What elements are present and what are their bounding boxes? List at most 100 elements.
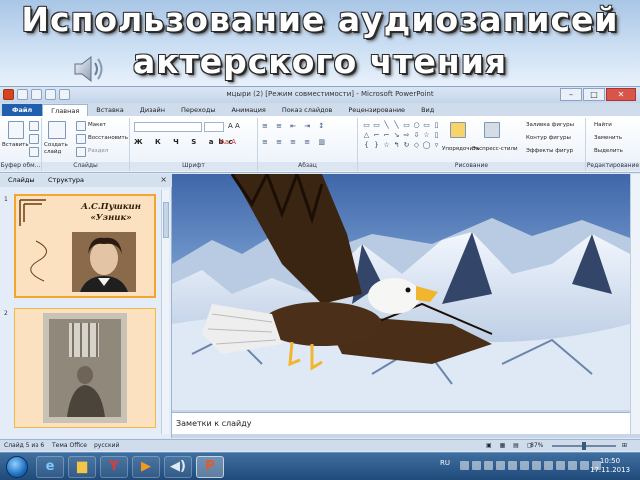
language-tray[interactable]: RU [440,459,450,467]
windows-taskbar: e ▆ Y ▶ ◀) P RU 10:50 17.11.2013 [0,452,640,480]
shapes-gallery[interactable]: ▭ ▭ ╲ ╲ ▭ ○ ▭ ▯ △ ⌐ ⌐ ↘ ⇨ ⇩ ☆ ▯ {} ☆ ↰ ↻ ◇ ◯ ▿ [362,121,441,150]
group-editing: Найти Заменить Выделить Редактирование [586,118,640,171]
window-titlebar: мцыри (2) [Режим совместимости] - Micros… [0,87,640,103]
close-icon[interactable]: × [160,175,167,184]
scrollbar-thumb[interactable] [163,202,169,238]
tab-home[interactable]: Главная [42,104,89,116]
tab-file[interactable]: Файл [2,104,43,116]
close-button[interactable]: ✕ [606,88,636,101]
yandex-browser-icon[interactable]: Y [100,456,128,478]
select-button[interactable]: Выделить [594,148,623,154]
speaker-icon[interactable] [72,54,106,84]
clock[interactable]: 10:50 17.11.2013 [588,457,632,475]
powerpoint-taskbar-icon[interactable]: P [196,456,224,478]
group-drawing: ▭ ▭ ╲ ╲ ▭ ○ ▭ ▯ △ ⌐ ⌐ ↘ ⇨ ⇩ ☆ ▯ {} ☆ ↰ ↻ ◇ ◯ ▿ Упорядочить Э… [358,118,586,171]
theme-name[interactable]: Тема Office [52,442,87,449]
tab-view[interactable]: Вид [413,104,442,116]
slide-counter: Слайд 5 из 6 [4,442,45,449]
status-bar: Слайд 5 из 6 Тема Office русский ▣ ▦ ▤ ▢… [0,439,640,451]
format-painter-icon[interactable] [29,147,39,157]
layout-icon[interactable] [76,121,86,131]
zoom-slider[interactable] [552,442,616,450]
list-icons[interactable]: ≡ ≡ ⇤ ⇥ ↕ [262,122,327,130]
start-button[interactable] [6,456,28,478]
pane-tabs: Слайды Структура × [0,174,172,187]
paste-icon[interactable] [8,121,24,139]
create-slide-button-label[interactable]: Создать слайд [44,142,74,156]
eagle-mountains-image [172,174,630,410]
slide-scrollbar[interactable] [630,174,640,434]
quick-styles-icon[interactable] [484,122,500,138]
zoom-slider-knob[interactable] [582,442,586,450]
tab-slides-pane[interactable]: Слайды [8,176,35,184]
slide-editor: Заметки к слайду [172,174,640,438]
shape-outline-button[interactable]: Контур фигуры [526,135,571,141]
slides-pane: Слайды Структура × 1 А.С.Пушкин «Узник» … [0,174,172,438]
group-clipboard: Вставить Буфер обм... [0,118,42,171]
tab-insert[interactable]: Вставка [88,104,132,116]
slides-pane-scrollbar[interactable] [161,190,169,434]
undo-icon[interactable] [31,89,42,100]
thumbnail-title: А.С.Пушкин «Узник» [81,202,141,223]
new-slide-icon[interactable] [48,121,66,139]
arrange-icon[interactable] [450,122,466,138]
font-name-select[interactable] [134,122,202,132]
paste-button-label[interactable]: Вставить [2,142,29,148]
system-tray-icons[interactable] [460,461,601,470]
copy-icon[interactable] [29,134,39,144]
audio-icon[interactable]: ◀) [164,456,192,478]
group-label-clipboard: Буфер обм... [0,162,41,171]
internet-explorer-icon[interactable]: e [36,456,64,478]
tab-slideshow[interactable]: Показ слайдов [274,104,341,116]
restore-button[interactable]: Восстановить [88,135,128,141]
group-slides: Создать слайд Макет Восстановить Раздел … [42,118,130,171]
slide-thumbnail-2[interactable] [14,308,156,428]
shape-fill-button[interactable]: Заливка фигуры [526,122,574,128]
ribbon-tabs: Файл Главная Вставка Дизайн Переходы Ани… [0,103,640,116]
window-title: мцыри (2) [Режим совместимости] - Micros… [226,90,434,98]
section-button[interactable]: Раздел [88,148,108,154]
shape-effects-button[interactable]: Эффекты фигур [526,148,573,154]
group-label-font: Шрифт [130,162,257,171]
tab-review[interactable]: Рецензирование [340,104,413,116]
prisoner-illustration [43,313,127,423]
media-player-icon[interactable]: ▶ [132,456,160,478]
notes-field[interactable]: Заметки к слайду [172,412,630,434]
tab-design[interactable]: Дизайн [132,104,173,116]
quick-styles-button[interactable]: Экспресс-стили [472,146,518,152]
reset-icon[interactable] [76,134,86,144]
minimize-button[interactable]: – [560,88,582,101]
language-indicator[interactable]: русский [94,442,119,449]
slide-title-line-1: Использование аудиозаписей [21,0,619,39]
powerpoint-icon[interactable] [3,89,14,100]
zoom-level[interactable]: 87% [530,442,543,449]
ribbon: Вставить Буфер обм... Создать слайд Маке… [0,116,640,173]
slide-thumbnail-1[interactable]: А.С.Пушкин «Узник» [14,194,156,298]
group-label-drawing: Рисование [358,162,585,171]
section-icon[interactable] [76,147,86,157]
save-icon[interactable] [17,89,28,100]
replace-button[interactable]: Заменить [594,135,622,141]
tab-structure-pane[interactable]: Структура [48,176,84,184]
quick-access-toolbar [3,89,70,100]
font-size-select[interactable] [204,122,224,132]
fit-slide-icon[interactable]: ⊞ [622,442,627,449]
explorer-icon[interactable]: ▆ [68,456,96,478]
view-buttons[interactable]: ▣ ▦ ▤ ▢ [486,442,535,449]
slide-canvas[interactable] [172,174,630,410]
align-icons[interactable]: ≡ ≡ ≡ ≡ ▥ [262,138,328,146]
group-font: A A Ж К Ч S abc Aa A Шрифт [130,118,258,171]
customize-icon[interactable] [59,89,70,100]
tab-animations[interactable]: Анимация [223,104,273,116]
find-button[interactable]: Найти [594,122,612,128]
pushkin-portrait [72,232,136,292]
font-color-icon[interactable]: Aa A [220,138,236,146]
grow-font-icon[interactable]: A A [228,122,240,130]
tab-transitions[interactable]: Переходы [173,104,223,116]
cut-icon[interactable] [29,121,39,131]
slide-title-area: Использование аудиозаписей актерского чт… [0,0,640,86]
layout-button[interactable]: Макет [88,122,106,128]
redo-icon[interactable] [45,89,56,100]
maximize-button[interactable]: □ [583,88,605,101]
powerpoint-window: мцыри (2) [Режим совместимости] - Micros… [0,86,640,459]
